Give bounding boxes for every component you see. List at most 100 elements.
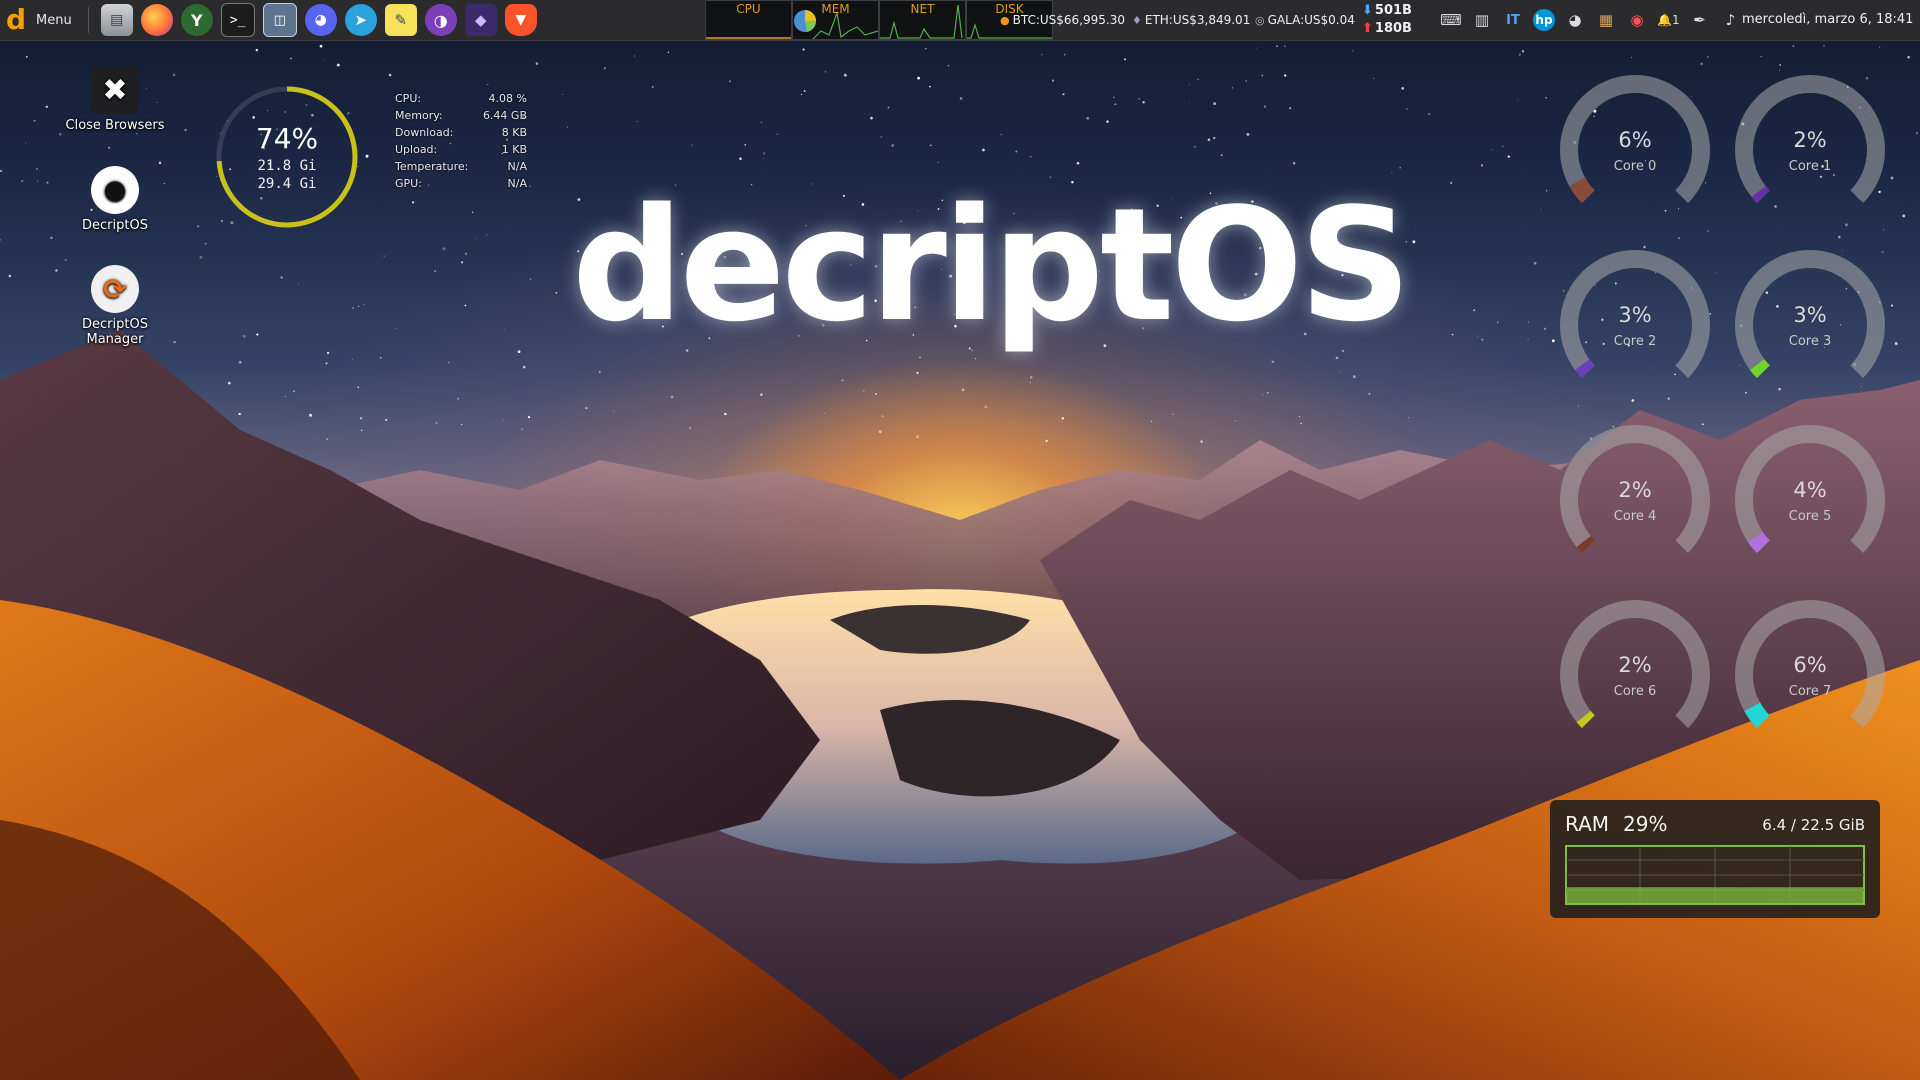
stat-label: Upload:	[395, 143, 438, 156]
hp-printer-icon[interactable]: hp	[1533, 9, 1555, 31]
net-speed-indicator[interactable]: ⬇ 501B ⬆ 180B	[1362, 2, 1422, 38]
stat-label: CPU:	[395, 92, 422, 105]
system-tray: ⌨ ▥ IT hp ◕ ▦ ◉ 🔔 1 ✒ ♪	[1440, 0, 1742, 40]
download-speed: ⬇ 501B	[1362, 2, 1422, 20]
firefox-launcher[interactable]	[140, 4, 173, 36]
keyboard-icon[interactable]: ⌨	[1440, 8, 1462, 32]
memory-percent: 74%	[255, 122, 319, 155]
sync-icon: ⟳	[91, 265, 139, 313]
terminal-icon: >_	[229, 12, 246, 28]
screenshot-icon: ◫	[273, 12, 286, 28]
btc-ticker[interactable]: ● BTC:US$66,995.30	[1000, 0, 1125, 40]
tor-launcher[interactable]: ◑	[424, 4, 457, 36]
core-percent: 4%	[1793, 478, 1827, 502]
decriptos-logo-icon: d	[6, 3, 27, 36]
upload-speed: ⬆ 180B	[1362, 20, 1422, 38]
update-manager-icon[interactable]: ◉	[1626, 8, 1648, 32]
cpu-graph	[706, 37, 791, 39]
stat-label: Temperature:	[395, 160, 469, 173]
net-monitor[interactable]: NET	[879, 0, 966, 40]
cpu-monitor[interactable]: CPU	[705, 0, 792, 40]
ram-title: RAM	[1565, 812, 1610, 836]
upload-speed-value: 180B	[1374, 21, 1412, 36]
stat-row-temperature: Temperature: N/A	[395, 158, 527, 175]
memory-total: 29.4 Gi	[257, 176, 317, 192]
proton-launcher[interactable]: ◆	[464, 4, 497, 36]
launcher-bar: ▤ Y >_ ◫ ◕ ➤ ✎ ◑ ◆ ▼	[100, 3, 537, 37]
vpn-launcher[interactable]: Y	[180, 4, 213, 36]
close-icon: ✖	[91, 66, 139, 114]
telegram-launcher[interactable]: ➤	[344, 4, 377, 36]
ram-widget: RAM 29% 6.4 / 22.5 GiB	[1550, 800, 1880, 918]
gala-icon: ◎	[1255, 13, 1265, 27]
gala-ticker[interactable]: ◎ GALA:US$0.04	[1255, 0, 1355, 40]
notes-icon: ✎	[394, 11, 408, 29]
desktop-icon-decriptos[interactable]: ● DecriptOS	[60, 166, 170, 233]
download-speed-value: 501B	[1374, 3, 1412, 18]
upload-arrow-icon: ⬆	[1362, 21, 1373, 36]
btc-price: BTC:US$66,995.30	[1012, 13, 1125, 27]
terminal-launcher[interactable]: >_	[220, 3, 255, 37]
screenshot-launcher[interactable]: ◫	[262, 3, 297, 37]
network-bars-icon[interactable]: ▥	[1471, 8, 1493, 32]
github-icon: ●	[91, 166, 139, 214]
menu-label: Menu	[36, 12, 72, 28]
eth-ticker[interactable]: ♦ ETH:US$3,849.01	[1132, 0, 1250, 40]
stat-row-upload: Upload: 1 KB	[395, 141, 527, 158]
core-percent: 3%	[1793, 303, 1827, 327]
stat-value: N/A	[507, 177, 527, 190]
core-label: Core 1	[1788, 159, 1832, 174]
clipboard-icon[interactable]: ▦	[1595, 8, 1617, 32]
files-launcher[interactable]: ▤	[100, 4, 133, 36]
ethereum-icon: ♦	[1132, 13, 1142, 27]
stat-value: 8 KB	[501, 126, 527, 139]
pen-icon[interactable]: ✒	[1689, 8, 1711, 32]
proton-icon: ◆	[474, 11, 487, 29]
vpn-icon: Y	[190, 10, 203, 30]
menu-button[interactable]: d Menu	[0, 0, 82, 40]
notifications-icon[interactable]: 🔔 1	[1657, 8, 1680, 32]
stat-row-memory: Memory: 6.44 GB	[395, 107, 527, 124]
stat-value: 4.08 %	[488, 92, 527, 105]
mem-monitor[interactable]: MEM	[792, 0, 879, 40]
gala-price: GALA:US$0.04	[1267, 13, 1355, 27]
ram-usage: 6.4 / 22.5 GiB	[1762, 816, 1865, 834]
core-percent: 3%	[1618, 303, 1652, 327]
bitcoin-icon: ●	[1000, 13, 1010, 27]
notes-launcher[interactable]: ✎	[384, 4, 417, 36]
core-percent: 2%	[1793, 128, 1827, 152]
net-graph	[880, 4, 963, 39]
stat-row-download: Download: 8 KB	[395, 124, 527, 141]
brave-icon: ▼	[515, 12, 527, 28]
core-label: Core 4	[1613, 509, 1657, 524]
notification-count: 1	[1671, 13, 1680, 27]
desktop-icon-label: Close Browsers	[65, 118, 165, 133]
core-percent: 2%	[1618, 478, 1652, 502]
top-panel: d Menu ▤ Y >_ ◫ ◕ ➤ ✎ ◑ ◆ ▼ CPU MEM NET …	[0, 0, 1920, 41]
decriptos-brand-text: decriptOS	[572, 174, 1412, 356]
telegram-icon: ➤	[354, 11, 368, 29]
brave-launcher[interactable]: ▼	[504, 4, 537, 36]
core-label: Core 0	[1613, 159, 1657, 174]
desktop-icon-close-browsers[interactable]: ✖ Close Browsers	[60, 66, 170, 133]
ram-graph-fill	[1567, 887, 1863, 904]
core-label: Core 2	[1613, 334, 1657, 349]
download-arrow-icon: ⬇	[1362, 3, 1373, 18]
core-percent: 2%	[1618, 653, 1652, 677]
desktop-icon-decriptos-manager[interactable]: ⟳ DecriptOS Manager	[60, 265, 170, 347]
keyboard-layout-indicator[interactable]: IT	[1502, 8, 1524, 32]
sound-icon[interactable]: ♪	[1720, 8, 1742, 32]
stat-label: GPU:	[395, 177, 422, 190]
stat-value: 1 KB	[501, 143, 527, 156]
clock[interactable]: mercoledì, marzo 6, 18:41	[1742, 0, 1913, 40]
stat-row-cpu: CPU: 4.08 %	[395, 90, 527, 107]
core-label: Core 6	[1613, 684, 1657, 699]
discord-launcher[interactable]: ◕	[304, 4, 337, 36]
stat-row-gpu: GPU: N/A	[395, 175, 527, 192]
system-stats-panel: CPU: 4.08 % Memory: 6.44 GB Download: 8 KB …	[395, 90, 527, 192]
tor-icon: ◑	[433, 10, 448, 30]
core-label: Core 5	[1788, 509, 1832, 524]
memory-used: 21.8 Gi	[257, 158, 317, 174]
ram-percent: 29%	[1623, 812, 1668, 836]
discord-tray-icon[interactable]: ◕	[1564, 8, 1586, 32]
